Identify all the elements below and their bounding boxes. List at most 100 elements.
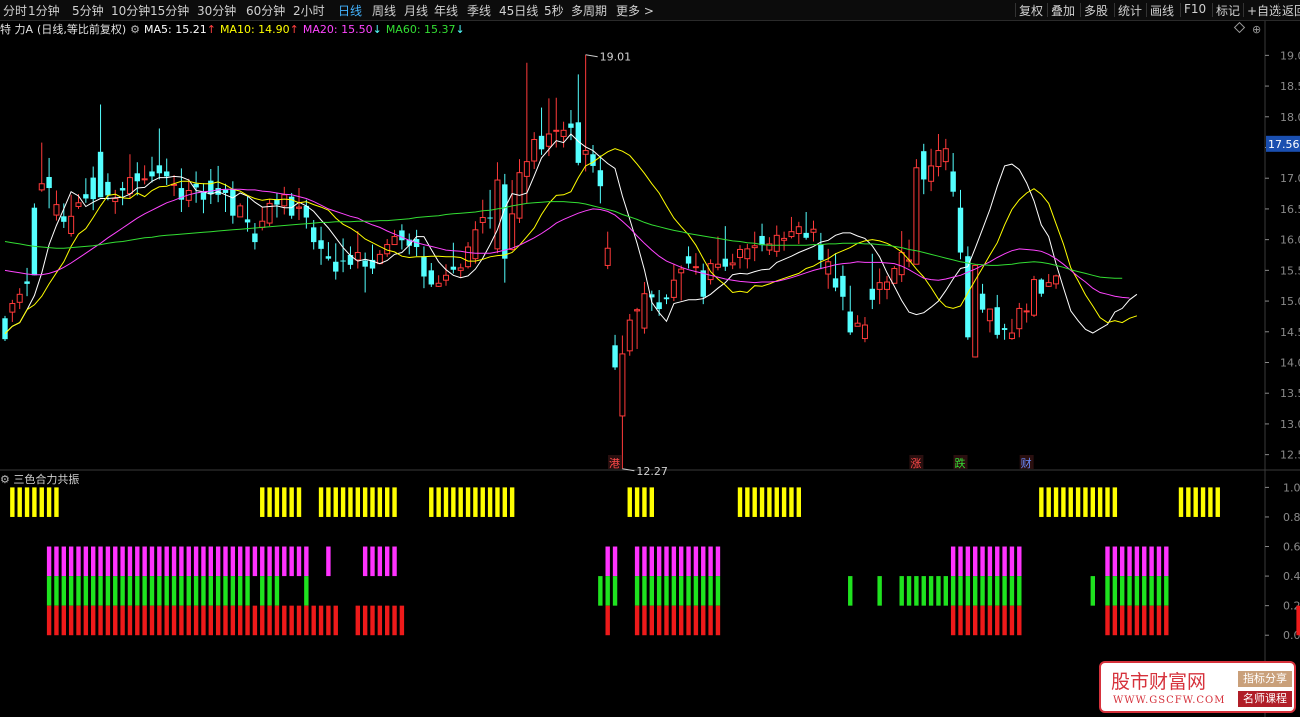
indicator-bar-green	[1009, 576, 1015, 606]
candle-body	[97, 151, 104, 198]
period-tab-0[interactable]: 分时	[3, 2, 27, 19]
period-tab-1[interactable]: 1分钟	[28, 2, 60, 19]
y-tick-label: 18.0	[1280, 111, 1300, 124]
indicator-bar-red	[326, 605, 331, 636]
period-tab-8[interactable]: 日线	[338, 2, 362, 19]
period-tab-10[interactable]: 月线	[404, 2, 428, 19]
indicator-bar-green	[649, 576, 654, 606]
indicator-bar-yellow	[1053, 487, 1059, 517]
indicator-bar-red	[98, 605, 103, 636]
toolbar-button-8[interactable]: 返回	[1282, 2, 1300, 19]
indicator-settings-icon[interactable]: ⚙	[0, 473, 10, 486]
indicator-bar-magenta	[950, 546, 956, 577]
indicator-bar-red	[370, 605, 375, 636]
toolbar-button-7[interactable]: +自选	[1247, 2, 1281, 19]
indicator-bar-magenta	[267, 546, 272, 577]
indicator-bar-yellow	[774, 487, 779, 517]
toolbar-button-5[interactable]: F10	[1184, 2, 1206, 16]
indicator-bar-red	[385, 605, 390, 636]
period-tab-15[interactable]: 多周期	[571, 2, 607, 19]
indicator-bar-green	[973, 576, 978, 606]
indicator-bar-green	[245, 576, 250, 606]
indicator-bar-red	[1296, 605, 1300, 636]
candle-body	[942, 148, 949, 163]
toolbar-button-1[interactable]: 叠加	[1051, 2, 1075, 19]
indicator-bar-magenta	[605, 546, 610, 577]
candle-body	[311, 227, 317, 243]
indicator-bar-magenta	[304, 546, 309, 577]
period-tab-3[interactable]: 10分钟	[111, 2, 150, 19]
period-tab-7[interactable]: 2小时	[293, 2, 325, 19]
period-tab-14[interactable]: 5秒	[544, 2, 564, 19]
indicator-bar-green	[223, 576, 228, 606]
candle-body	[656, 302, 662, 310]
indicator-bar-yellow	[326, 487, 331, 517]
candle-body	[502, 184, 508, 259]
indicator-bar-red	[230, 605, 236, 636]
indicator-bar-red	[1127, 605, 1132, 636]
candle-body	[825, 261, 832, 275]
indicator-bar-yellow	[274, 487, 280, 517]
toolbar-button-6[interactable]: 标记	[1216, 2, 1240, 19]
candle-body	[281, 194, 288, 207]
toolbar-button-0[interactable]: 复权	[1019, 2, 1043, 19]
toolbar-button-4[interactable]: 画线	[1150, 2, 1174, 19]
period-tab-11[interactable]: 年线	[434, 2, 458, 19]
indicator-bar-green	[980, 576, 985, 606]
indicator-bar-red	[289, 605, 294, 636]
watermark-tag-share: 指标分享	[1238, 671, 1292, 687]
indicator-bar-magenta	[135, 546, 140, 577]
indicator-bar-magenta	[83, 546, 89, 577]
indicator-bar-green	[304, 576, 309, 606]
period-tab-12[interactable]: 季线	[467, 2, 491, 19]
ma10-label: MA10: 14.90	[219, 23, 290, 36]
indicator-bar-magenta	[362, 546, 368, 577]
indicator-bar-magenta	[120, 546, 125, 577]
indicator-bar-yellow	[789, 487, 794, 517]
indicator-bar-magenta	[230, 546, 236, 577]
period-tab-13[interactable]: 45日线	[499, 2, 538, 19]
toolbar-button-3[interactable]: 统计	[1118, 2, 1142, 19]
toolbar-button-2[interactable]: 多股	[1084, 2, 1108, 19]
indicator-bar-yellow	[451, 487, 456, 517]
indicator-bar-yellow	[282, 487, 287, 517]
indicator-bar-green	[61, 576, 66, 606]
period-tab-2[interactable]: 5分钟	[72, 2, 104, 19]
indicator-bar-red	[355, 605, 360, 636]
indicator-bar-red	[980, 605, 985, 636]
current-price-label: 17.56	[1268, 138, 1300, 151]
indicator-bar-green	[950, 576, 956, 606]
period-tab-9[interactable]: 周线	[372, 2, 396, 19]
toolbar-separator	[1047, 3, 1048, 17]
period-tab-6[interactable]: 60分钟	[246, 2, 285, 19]
indicator-bar-green	[113, 576, 118, 606]
indicator-bar-magenta	[113, 546, 118, 577]
candle-body	[509, 213, 516, 250]
candle-body	[722, 258, 728, 267]
period-tab-4[interactable]: 15分钟	[150, 2, 189, 19]
indicator-bar-yellow	[340, 487, 346, 517]
indicator-bar-magenta	[958, 546, 963, 577]
indicator-bar-green	[914, 576, 919, 606]
indicator-bar-yellow	[752, 487, 757, 517]
candle-body	[1008, 332, 1015, 340]
candle-body	[119, 188, 126, 191]
indicator-bar-yellow	[1039, 487, 1044, 517]
candle-body	[479, 217, 486, 223]
indicator-bar-green	[267, 576, 272, 606]
indicator-bar-yellow	[370, 487, 375, 517]
indicator-bar-red	[296, 605, 302, 636]
indicator-bar-red	[715, 605, 721, 636]
indicator-bar-red	[399, 605, 405, 636]
indicator-bar-red	[223, 605, 228, 636]
chart-canvas[interactable]: 19.018.518.017.517.016.516.015.515.014.5…	[0, 0, 1300, 717]
candle-body	[670, 279, 677, 298]
candle-body	[244, 219, 251, 223]
indicator-bar-magenta	[260, 546, 265, 577]
candle-body	[582, 150, 589, 155]
period-tab-5[interactable]: 30分钟	[197, 2, 236, 19]
settings-icon[interactable]: ⚙	[130, 23, 140, 36]
period-tab-16[interactable]: 更多 >	[616, 2, 654, 19]
candle-body	[230, 189, 236, 216]
indicator-bar-green	[193, 576, 199, 606]
